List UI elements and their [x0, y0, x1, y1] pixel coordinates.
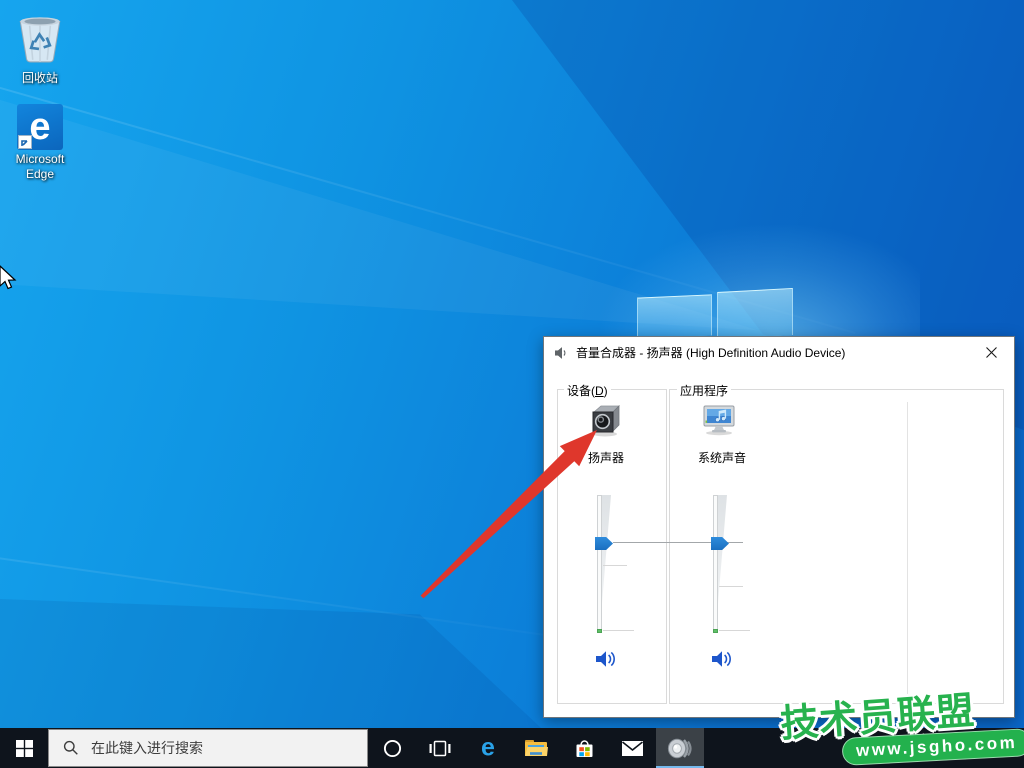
file-explorer-icon [524, 738, 548, 758]
mouse-cursor [0, 264, 18, 294]
edge-taskbar-button[interactable]: e [464, 728, 512, 768]
peak-meter [713, 629, 718, 633]
svg-text:e: e [481, 735, 495, 761]
app-name-label: 系统声音 [674, 449, 770, 466]
cortana-button[interactable] [368, 728, 416, 768]
app-column-separator [907, 402, 908, 698]
action-center-button[interactable] [976, 728, 1012, 768]
device-name-label: 扬声器 [558, 449, 654, 466]
volume-mixer-window: 音量合成器 - 扬声器 (High Definition Audio Devic… [543, 336, 1015, 718]
slider-tick [719, 586, 743, 587]
speaker-device-icon[interactable] [589, 403, 623, 444]
store-button[interactable] [560, 728, 608, 768]
system-sounds-icon[interactable] [701, 403, 739, 442]
task-view-icon [429, 740, 451, 757]
search-icon [63, 740, 79, 756]
volume-mixer-app-icon [667, 736, 694, 761]
window-speaker-icon [554, 346, 569, 360]
edge-icon: e [475, 735, 501, 761]
taskbar: 在此键入进行搜索 e [0, 728, 1024, 768]
slider-tick [719, 630, 750, 631]
taskbar-clock: 16:42 [920, 731, 950, 745]
shortcut-arrow-icon [18, 135, 32, 149]
store-icon [574, 738, 595, 759]
wallpaper-light-streak [0, 556, 564, 639]
windows-logo-icon [16, 740, 33, 757]
file-explorer-button[interactable] [512, 728, 560, 768]
desktop-icon-microsoft-edge[interactable]: e Microsoft Edge [2, 104, 78, 182]
window-title: 音量合成器 - 扬声器 (High Definition Audio Devic… [576, 344, 845, 361]
slider-track[interactable] [713, 495, 718, 633]
action-center-icon [985, 740, 1004, 757]
desktop-icon-recycle-bin[interactable]: 回收站 [2, 8, 78, 86]
edge-tile-icon: e [17, 104, 63, 150]
mail-icon [621, 740, 644, 757]
device-group-label: 设备(D) [564, 382, 611, 399]
slider-thumb[interactable] [595, 537, 613, 550]
desktop: 回收站 e Microsoft Edge 音量合成器 - 扬声器 (High D… [0, 0, 1024, 768]
search-placeholder: 在此键入进行搜索 [91, 738, 203, 758]
close-button[interactable] [968, 337, 1014, 368]
titlebar[interactable]: 音量合成器 - 扬声器 (High Definition Audio Devic… [544, 337, 1014, 368]
wallpaper-windows-logo-pane [717, 288, 793, 339]
task-view-button[interactable] [416, 728, 464, 768]
volume-slider-app[interactable] [713, 495, 733, 633]
speaker-volume-icon [711, 649, 733, 669]
mute-button-app[interactable] [710, 647, 734, 671]
recycle-bin-icon [14, 8, 66, 64]
wallpaper-windows-logo-pane [637, 294, 712, 338]
mute-button-device[interactable] [594, 647, 618, 671]
close-icon [986, 347, 997, 358]
slider-thumb[interactable] [711, 537, 729, 550]
mail-button[interactable] [608, 728, 656, 768]
taskbar-search-input[interactable]: 在此键入进行搜索 [48, 729, 368, 767]
volume-slider-device[interactable] [597, 495, 617, 633]
slider-tick [603, 630, 634, 631]
slider-track[interactable] [597, 495, 602, 633]
cortana-icon [383, 739, 402, 758]
slider-tick [603, 565, 627, 566]
desktop-icon-label: 回收站 [2, 71, 78, 86]
speaker-volume-icon [595, 649, 617, 669]
start-button[interactable] [0, 728, 48, 768]
volume-mixer-taskbar-button[interactable] [656, 728, 704, 768]
applications-group-label: 应用程序 [677, 382, 731, 399]
peak-meter [597, 629, 602, 633]
desktop-icon-label: Microsoft Edge [2, 152, 78, 182]
